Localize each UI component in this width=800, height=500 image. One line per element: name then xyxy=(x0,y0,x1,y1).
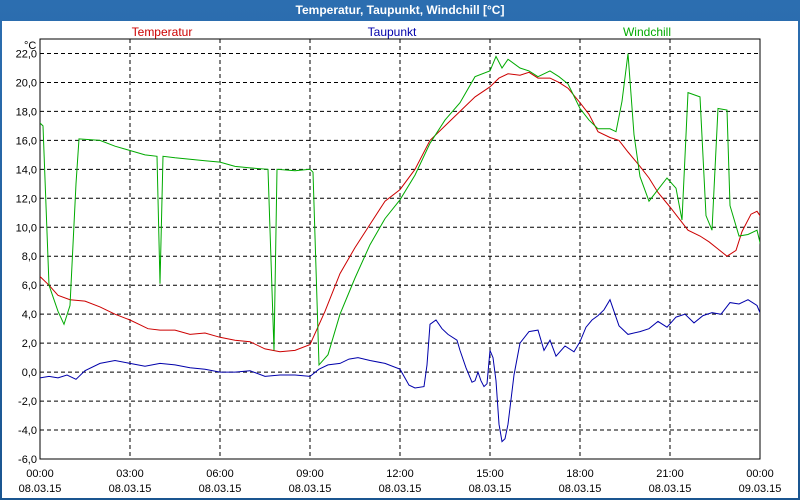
x-tick-date: 08.03.15 xyxy=(289,483,332,495)
chart-area: 22,0 20,0 18,0 16,0 14,0 12,0 10,0 8,0 6,0 4,0 2,0… xyxy=(2,21,798,498)
y-axis-label: °C xyxy=(24,40,36,52)
x-tick-date: 08.03.15 xyxy=(19,483,62,495)
x-tick-time: 03:00 xyxy=(116,468,144,480)
x-tick-date: 08.03.15 xyxy=(649,483,692,495)
y-tick-label: 6,0 xyxy=(22,280,37,292)
x-tick-time: 15:00 xyxy=(476,468,504,480)
y-tick-label: -4,0 xyxy=(18,425,37,437)
y-tick-label: 2,0 xyxy=(22,338,37,350)
x-tick-time: 12:00 xyxy=(386,468,414,480)
x-tick-time: 00:00 xyxy=(26,468,54,480)
y-tick-label: 18,0 xyxy=(16,106,37,118)
chart-window: Temperatur, Taupunkt, Windchill [°C] 22,… xyxy=(0,0,800,500)
y-tick-label: 4,0 xyxy=(22,309,37,321)
x-tick-date: 08.03.15 xyxy=(109,483,152,495)
x-tick-time: 18:00 xyxy=(566,468,594,480)
x-tick-date: 08.03.15 xyxy=(469,483,512,495)
x-tick-date: 08.03.15 xyxy=(379,483,422,495)
x-tick-date: 08.03.15 xyxy=(559,483,602,495)
y-tick-label: -2,0 xyxy=(18,396,37,408)
legend-temperatur: Temperatur xyxy=(132,25,193,39)
legend-windchill: Windchill xyxy=(623,25,671,39)
y-tick-label: 0,0 xyxy=(22,367,37,379)
y-tick-label: 16,0 xyxy=(16,135,37,147)
x-tick-time: 09:00 xyxy=(296,468,324,480)
x-tick-date: 09.03.15 xyxy=(739,483,782,495)
legend-taupunkt: Taupunkt xyxy=(368,25,417,39)
y-tick-label: 20,0 xyxy=(16,77,37,89)
window-title: Temperatur, Taupunkt, Windchill [°C] xyxy=(295,3,505,17)
y-tick-label: 14,0 xyxy=(16,164,37,176)
x-tick-time: 00:00 xyxy=(746,468,774,480)
y-tick-label: 8,0 xyxy=(22,251,37,263)
line-chart: 22,020,018,016,014,012,010,08,06,04,02,0… xyxy=(16,25,782,495)
y-tick-label: -6,0 xyxy=(18,454,37,466)
x-tick-date: 08.03.15 xyxy=(199,483,242,495)
y-tick-label: 10,0 xyxy=(16,222,37,234)
y-tick-label: 12,0 xyxy=(16,193,37,205)
x-tick-time: 06:00 xyxy=(206,468,234,480)
x-tick-time: 21:00 xyxy=(656,468,684,480)
